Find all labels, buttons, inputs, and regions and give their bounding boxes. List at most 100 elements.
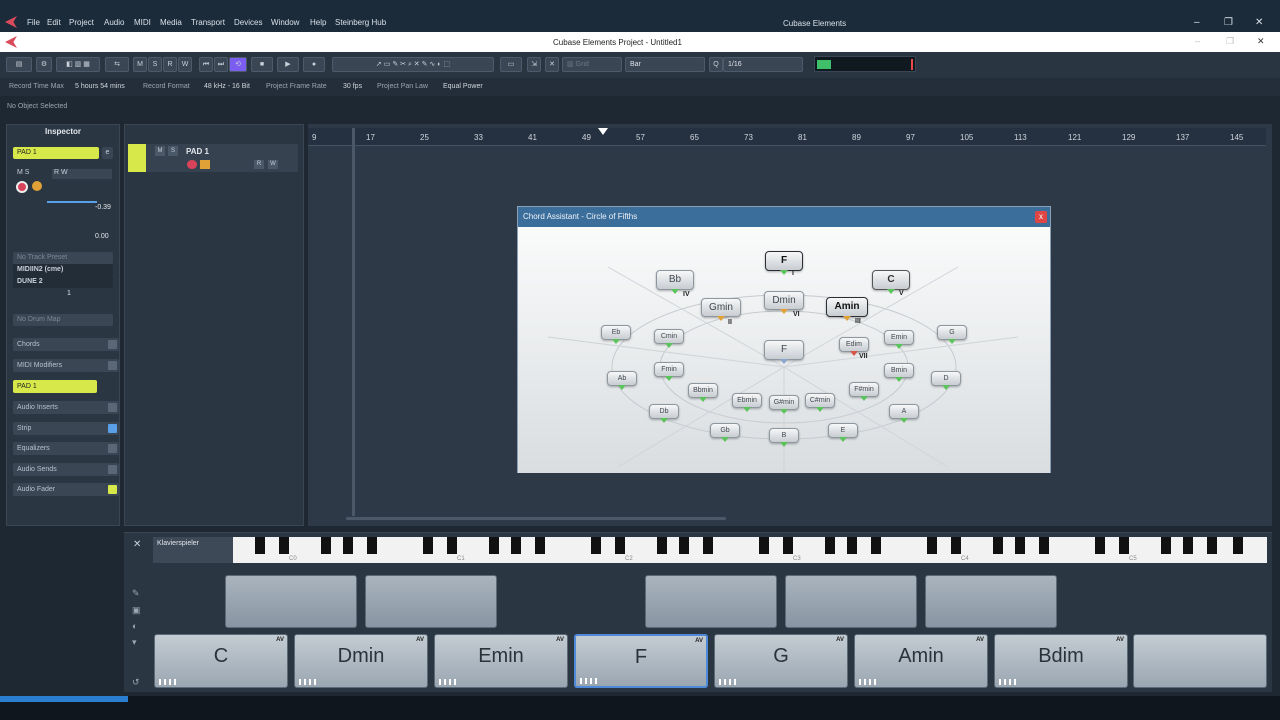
chord-node-g[interactable]: G xyxy=(937,325,967,344)
chord-node-gb[interactable]: Gb xyxy=(710,423,740,442)
empty-pad[interactable] xyxy=(645,575,777,628)
chord-node-d[interactable]: D xyxy=(931,371,961,390)
dialog-close-button[interactable]: x xyxy=(1035,211,1047,223)
track-record-icon[interactable] xyxy=(187,160,197,169)
chord-node-b[interactable]: B xyxy=(769,428,799,447)
project-close-icon[interactable]: ✕ xyxy=(1257,36,1265,47)
section-midi-modifiers[interactable]: MIDI Modifiers xyxy=(13,359,119,372)
auto-scroll-icon[interactable]: ⇆ xyxy=(105,57,129,72)
section-audio-sends[interactable]: Audio Sends xyxy=(13,463,119,476)
chord-node-gsharp-min[interactable]: G#min xyxy=(769,395,799,414)
menu-edit[interactable]: Edit xyxy=(47,18,61,27)
chord-node-csharp-min[interactable]: C#min xyxy=(805,393,835,412)
layout-icon[interactable]: ▤ xyxy=(6,57,32,72)
track-solo-button[interactable]: S xyxy=(168,146,178,156)
menu-media[interactable]: Media xyxy=(160,18,182,27)
pad-player-icon[interactable]: ◐ xyxy=(132,621,142,631)
chord-node-edim[interactable]: Edim xyxy=(839,337,869,356)
menu-transport[interactable]: Transport xyxy=(191,18,225,27)
record-time-value[interactable]: 5 hours 54 mins xyxy=(75,83,125,90)
empty-pad[interactable] xyxy=(225,575,357,628)
maximize-icon[interactable]: ❐ xyxy=(1224,17,1233,28)
menu-steinberg-hub[interactable]: Steinberg Hub xyxy=(335,18,386,27)
empty-pad[interactable] xyxy=(925,575,1057,628)
settings-icon[interactable]: ⚙ xyxy=(36,57,52,72)
left-locator[interactable] xyxy=(352,128,355,516)
chord-node-amin[interactable]: Amin xyxy=(826,297,868,321)
chord-node-eb[interactable]: Eb xyxy=(601,325,631,344)
instrument-select[interactable]: DUNE 2 xyxy=(13,276,113,288)
chord-pad-f[interactable]: F AV xyxy=(574,634,708,688)
track-color-strip[interactable] xyxy=(128,144,146,172)
record-format-value[interactable]: 48 kHz - 16 Bit xyxy=(204,83,250,90)
chord-pad-empty[interactable] xyxy=(1133,634,1267,688)
color-tool-icon[interactable]: ▭ xyxy=(500,57,522,72)
chord-node-ab[interactable]: Ab xyxy=(607,371,637,390)
chord-pad-keyboard[interactable]: C0 C1 C2 C3 C4 C5 xyxy=(233,537,1267,563)
quantize-icon[interactable]: Q xyxy=(709,57,723,72)
chord-node-gmin[interactable]: Gmin xyxy=(701,298,741,321)
inspector-ms-buttons[interactable]: M S xyxy=(17,169,47,179)
close-icon[interactable]: ✕ xyxy=(1255,17,1263,28)
section-chords[interactable]: Chords xyxy=(13,338,119,351)
menu-help[interactable]: Help xyxy=(310,18,326,27)
minimize-icon[interactable]: – xyxy=(1194,17,1200,28)
track-name[interactable]: PAD 1 xyxy=(186,147,209,156)
play-icon[interactable]: ▶ xyxy=(277,57,299,72)
section-strip[interactable]: Strip xyxy=(13,422,119,435)
inspector-rw-buttons[interactable]: R W xyxy=(52,169,112,179)
chord-node-dmin[interactable]: Dmin xyxy=(764,291,804,314)
chord-node-bbmin[interactable]: Bbmin xyxy=(688,383,718,402)
stop-icon[interactable]: ■ xyxy=(251,57,273,72)
tool-palette[interactable]: ➚ ▭ ✎ ✂ ⌕ ✕ ✎ ∿ ◐ ⬚ xyxy=(332,57,494,72)
global-solo-button[interactable]: S xyxy=(148,57,162,72)
pan-value[interactable]: 0.00 xyxy=(95,233,109,240)
grid-type-select[interactable]: Bar xyxy=(625,57,705,72)
edit-pad-icon[interactable]: ✎ xyxy=(132,588,142,598)
section-pad-1[interactable]: PAD 1 xyxy=(13,380,97,393)
menu-file[interactable]: File xyxy=(27,18,40,27)
chord-pad-emin[interactable]: Emin AV xyxy=(434,634,568,688)
chord-node-fsharp-min[interactable]: F#min xyxy=(849,382,879,401)
cycle-icon[interactable]: ⟲ xyxy=(229,57,247,72)
track-write-button[interactable]: W xyxy=(268,160,278,169)
pan-law-value[interactable]: Equal Power xyxy=(443,83,483,90)
ruler[interactable]: 9 17 25 33 41 49 57 65 73 81 89 97 105 1… xyxy=(308,128,1266,146)
global-write-button[interactable]: W xyxy=(178,57,192,72)
go-to-start-icon[interactable]: ⏮ xyxy=(199,57,213,72)
chord-node-center-f[interactable]: F xyxy=(764,340,804,364)
chord-pad-dmin[interactable]: Dmin AV xyxy=(294,634,428,688)
drum-map-select[interactable]: No Drum Map xyxy=(13,314,113,326)
pad-reset-icon[interactable]: ↺ xyxy=(132,677,142,687)
section-audio-fader[interactable]: Audio Fader xyxy=(13,483,119,496)
pad-dropdown-icon[interactable]: ▾ xyxy=(132,637,142,647)
dialog-title[interactable]: Chord Assistant - Circle of Fifths xyxy=(518,207,1050,227)
menu-midi[interactable]: MIDI xyxy=(134,18,151,27)
chord-node-e[interactable]: E xyxy=(828,423,858,442)
project-maximize-icon[interactable]: ❐ xyxy=(1226,36,1234,47)
global-mute-button[interactable]: M xyxy=(133,57,147,72)
close-zone-icon[interactable]: ✕ xyxy=(133,539,141,550)
quantize-select[interactable]: 1/16 xyxy=(723,57,803,72)
section-audio-inserts[interactable]: Audio Inserts xyxy=(13,401,119,414)
chord-node-bmin[interactable]: Bmin xyxy=(884,363,914,382)
chord-node-c[interactable]: C xyxy=(872,270,910,294)
chord-pad-amin[interactable]: Amin AV xyxy=(854,634,988,688)
project-minimize-icon[interactable]: – xyxy=(1195,36,1200,46)
chord-node-db[interactable]: Db xyxy=(649,404,679,423)
section-equalizers[interactable]: Equalizers xyxy=(13,442,119,455)
frame-rate-value[interactable]: 30 fps xyxy=(343,83,362,90)
go-to-end-icon[interactable]: ⏭ xyxy=(214,57,228,72)
record-enable-icon[interactable] xyxy=(16,181,28,193)
chord-node-f[interactable]: F xyxy=(765,251,803,275)
track-monitor-icon[interactable] xyxy=(200,160,210,169)
chord-node-cmin[interactable]: Cmin xyxy=(654,329,684,348)
record-icon[interactable]: ● xyxy=(303,57,325,72)
menu-window[interactable]: Window xyxy=(271,18,299,27)
edit-instrument-icon[interactable]: e xyxy=(102,147,113,159)
chord-pad-g[interactable]: G AV xyxy=(714,634,848,688)
chord-node-bb[interactable]: Bb xyxy=(656,270,694,294)
inspector-track-name[interactable]: PAD 1 xyxy=(13,147,99,159)
midi-input-select[interactable]: MIDIIN2 (cme) xyxy=(13,264,113,276)
chord-pad-bdim[interactable]: Bdim AV xyxy=(994,634,1128,688)
